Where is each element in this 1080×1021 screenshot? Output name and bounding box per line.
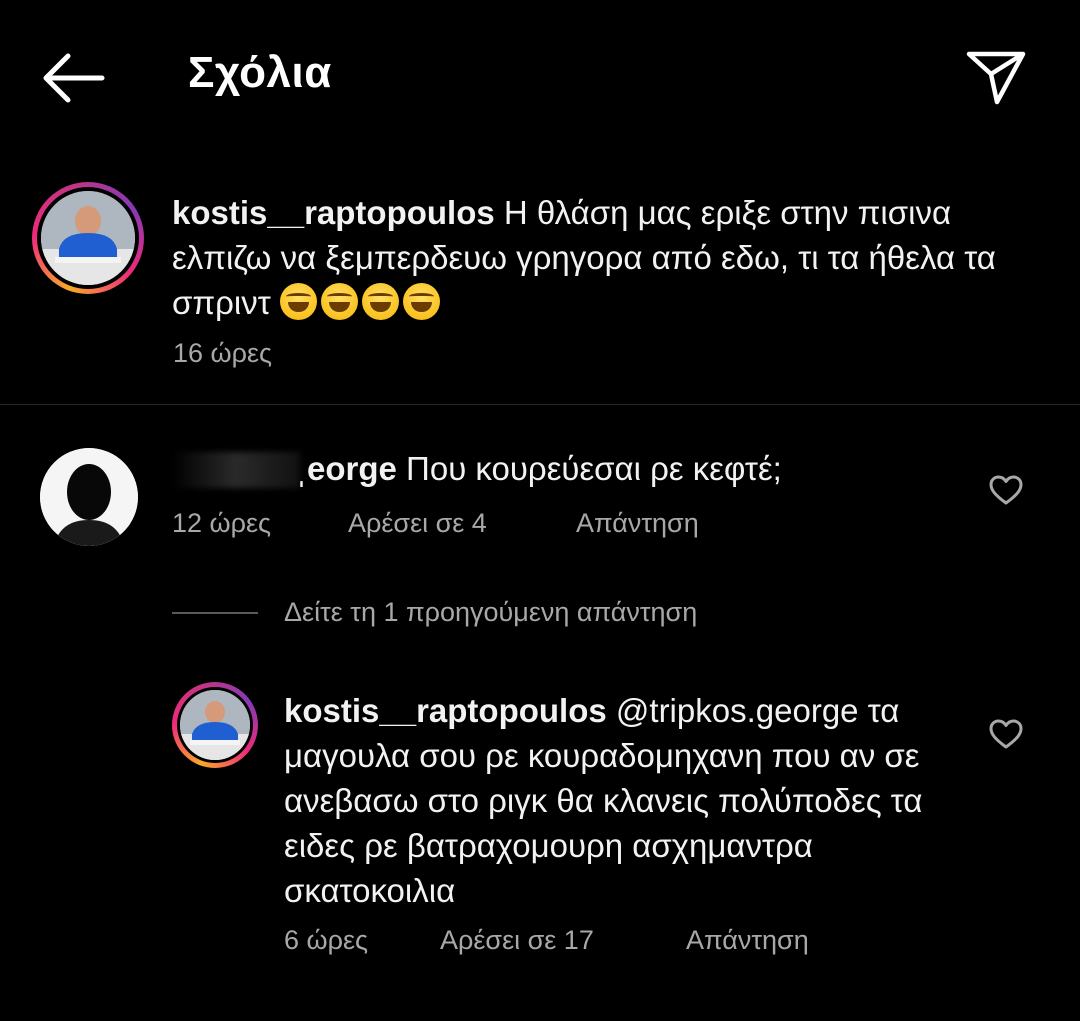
heart-icon[interactable]	[989, 475, 1023, 505]
caption-timestamp: 16 ώρες	[173, 338, 273, 368]
comment-username[interactable]: ˌeorge	[296, 450, 397, 487]
username-redaction	[172, 452, 300, 488]
laughing-emoji	[279, 283, 317, 320]
avatar[interactable]	[32, 182, 144, 294]
post-caption: kostis__raptopoulos Η θλάση μας εριξε στ…	[172, 190, 1032, 325]
caption-username[interactable]: kostis__raptopoulos	[172, 194, 495, 231]
reply-avatar[interactable]	[172, 682, 258, 768]
laughing-emoji	[361, 283, 399, 320]
back-arrow-icon[interactable]	[40, 50, 106, 106]
comment-reply-button[interactable]: Απάντηση	[576, 508, 699, 539]
header: Σχόλια	[0, 0, 1080, 150]
reply-username[interactable]: kostis__raptopoulos	[284, 692, 607, 729]
reply-likes-link[interactable]: Αρέσει σε 17	[440, 925, 594, 956]
replies-divider-line	[172, 612, 258, 614]
divider	[0, 404, 1080, 405]
reply-comment: kostis__raptopoulos @tripkos.george τα μ…	[284, 688, 964, 913]
view-previous-replies-button[interactable]: Δείτε τη 1 προηγούμενη απάντηση	[284, 597, 697, 628]
comment: ˌeorge Που κουρεύεσαι ρε κεφτέ;	[296, 446, 782, 491]
comment-likes-link[interactable]: Αρέσει σε 4	[348, 508, 487, 539]
comment-text: Που κουρεύεσαι ρε κεφτέ;	[396, 450, 782, 487]
comment-timestamp: 12 ώρες	[172, 508, 272, 538]
reply-reply-button[interactable]: Απάντηση	[686, 925, 809, 956]
heart-icon[interactable]	[989, 719, 1023, 749]
reply-timestamp: 6 ώρες	[284, 925, 369, 955]
laughing-emoji	[402, 283, 440, 320]
comment-avatar[interactable]	[40, 448, 138, 546]
laughing-emoji	[320, 283, 358, 320]
page-title: Σχόλια	[188, 48, 332, 97]
send-direct-icon[interactable]	[965, 48, 1027, 106]
